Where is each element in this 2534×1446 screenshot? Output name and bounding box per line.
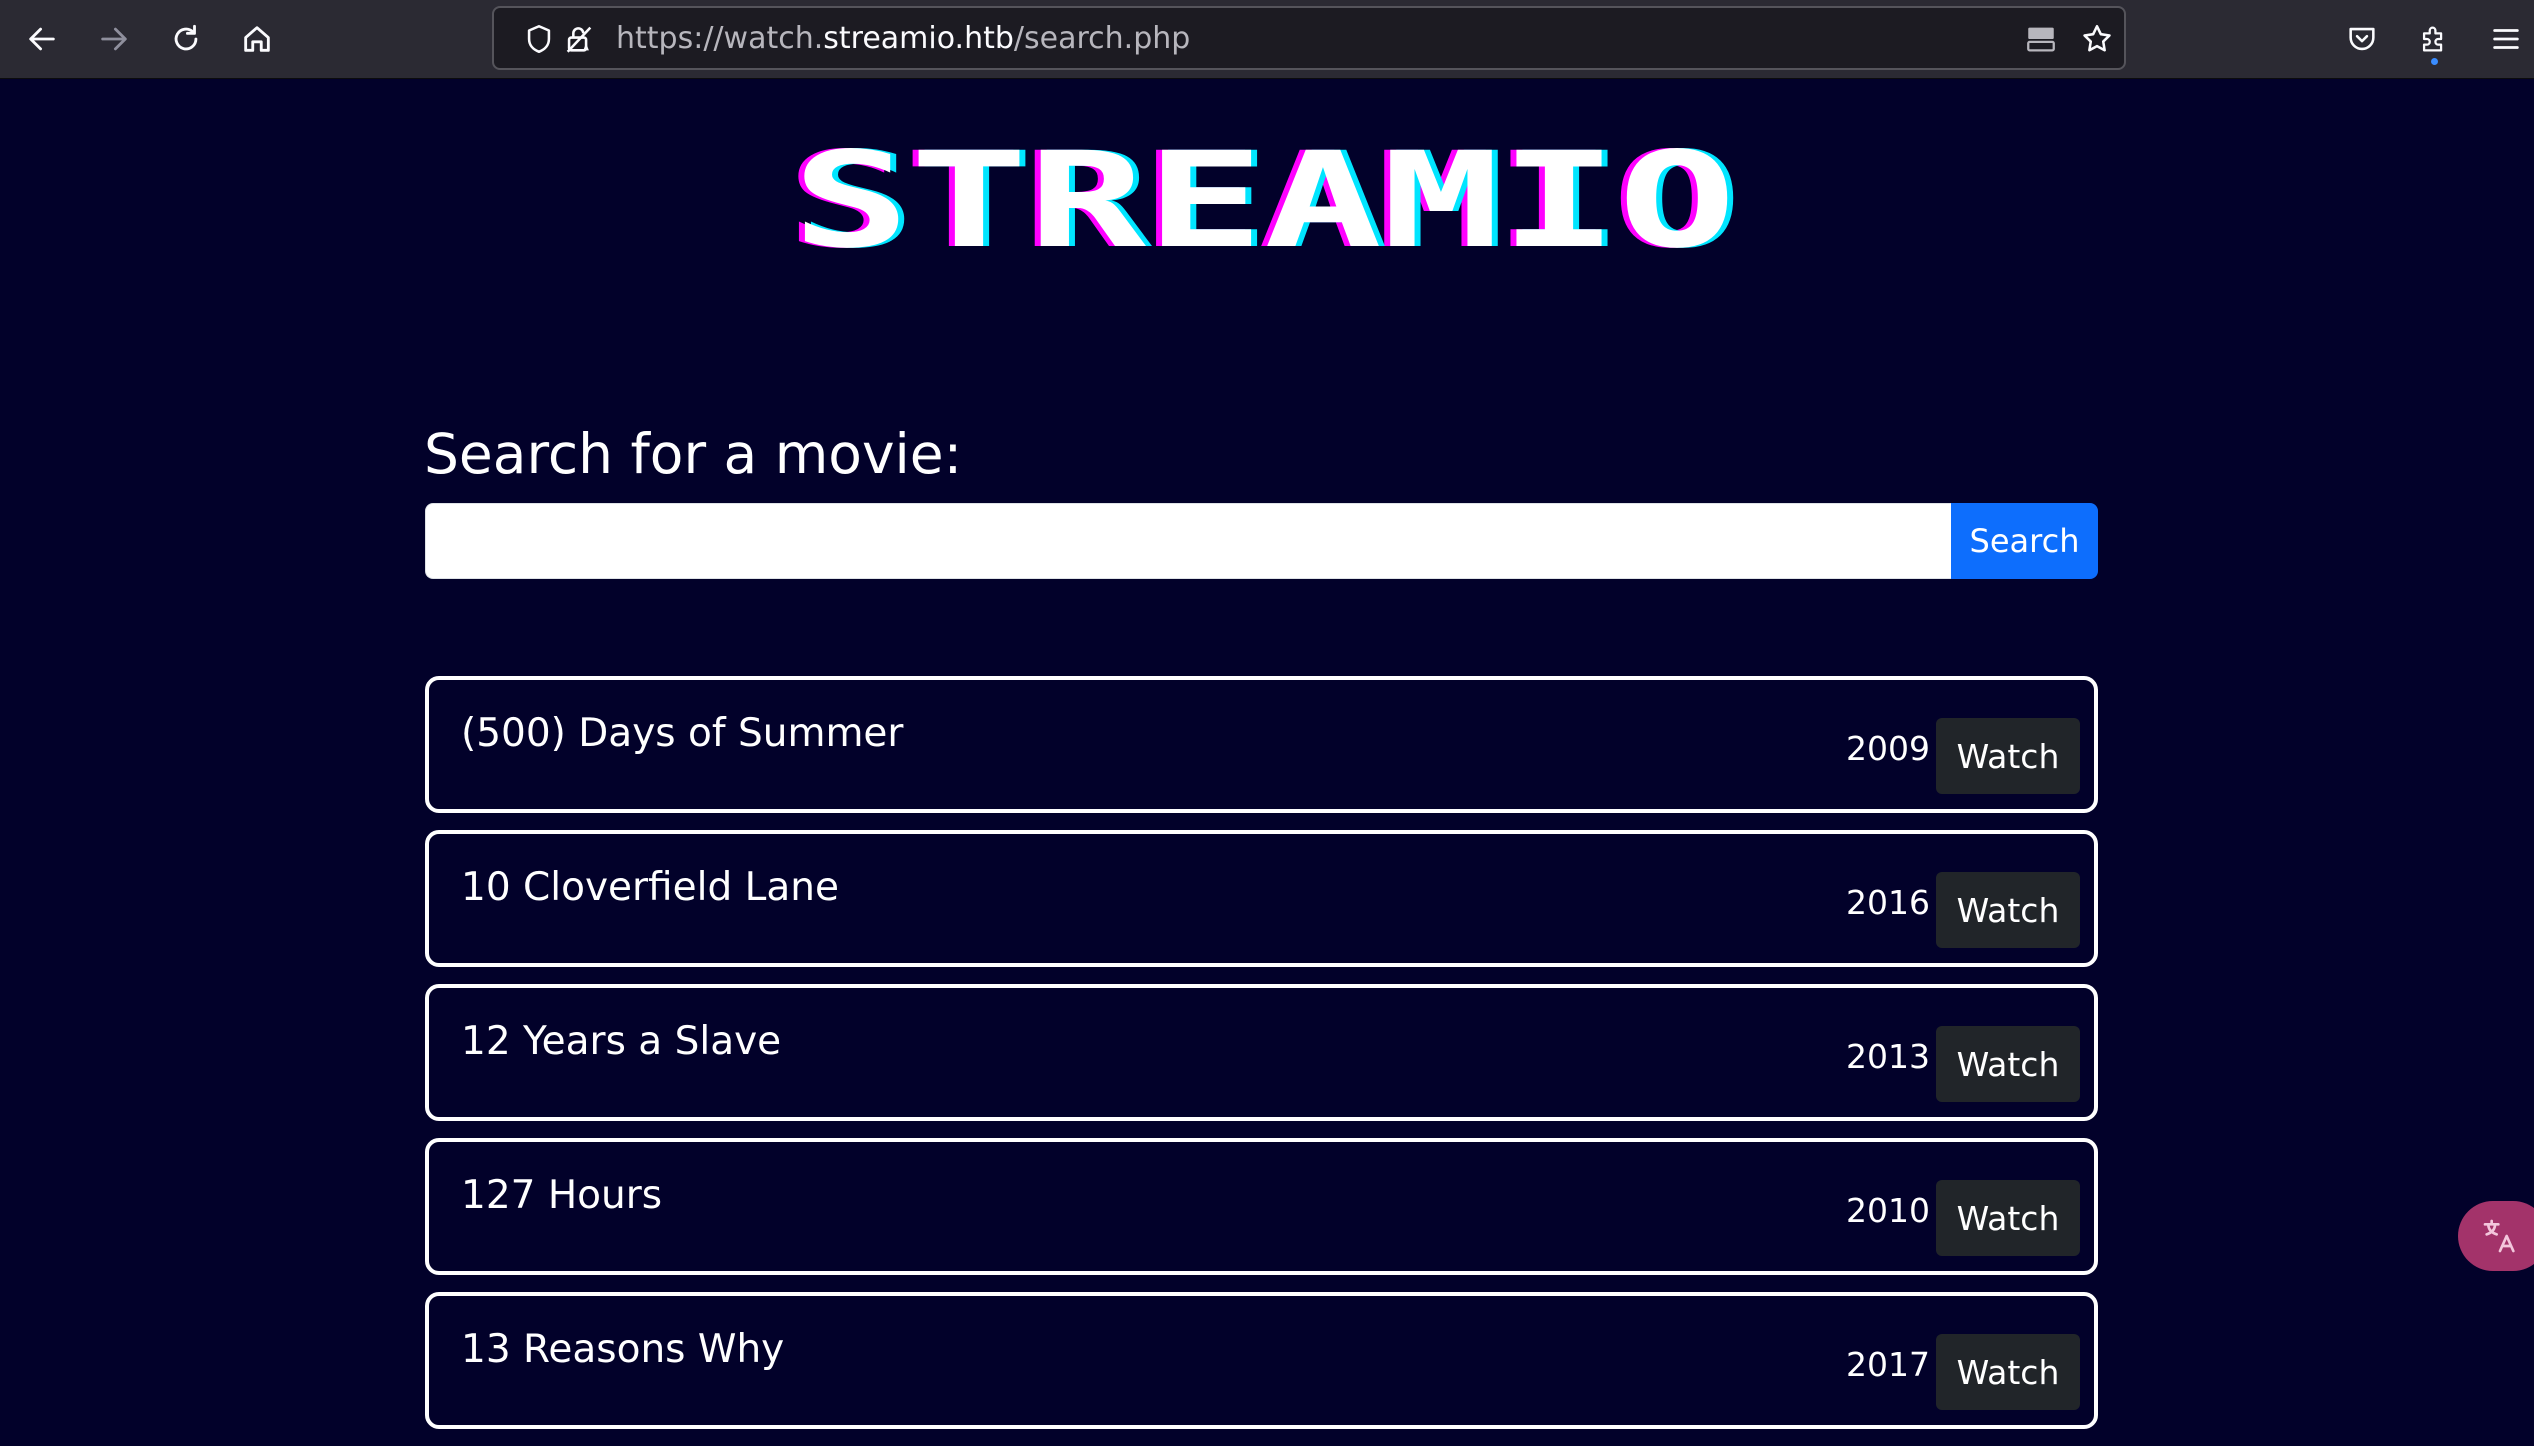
search-input[interactable] xyxy=(425,503,1951,579)
home-button[interactable] xyxy=(231,13,283,65)
pocket-button[interactable] xyxy=(2336,13,2388,65)
search-button[interactable]: Search xyxy=(1951,503,2098,579)
hamburger-menu-icon xyxy=(2493,29,2519,49)
reload-button[interactable] xyxy=(160,13,212,65)
movie-card: 10 Cloverfield Lane 2016 Watch xyxy=(425,830,2098,967)
movie-title: (500) Days of Summer xyxy=(461,711,904,756)
translate-icon xyxy=(2483,1219,2515,1253)
search-heading: Search for a movie: xyxy=(424,422,963,486)
movie-year: 2016 xyxy=(1846,883,1930,922)
movie-title: 127 Hours xyxy=(461,1173,663,1218)
movie-list: (500) Days of Summer 2009 Watch 10 Clove… xyxy=(425,676,2098,1446)
movie-title: 12 Years a Slave xyxy=(461,1019,782,1064)
url-prefix: https://watch. xyxy=(616,21,824,56)
bookmark-star-icon[interactable] xyxy=(2080,22,2114,56)
logo-text: STREAMIO xyxy=(792,124,1736,278)
movie-card: 12 Years a Slave 2013 Watch xyxy=(425,984,2098,1121)
arrow-right-icon xyxy=(101,27,127,51)
watch-button[interactable]: Watch xyxy=(1936,718,2080,794)
watch-button[interactable]: Watch xyxy=(1936,1026,2080,1102)
insecure-lock-icon[interactable] xyxy=(562,22,596,56)
movie-title: 10 Cloverfield Lane xyxy=(461,865,839,910)
movie-year: 2017 xyxy=(1846,1345,1930,1384)
url-text[interactable]: https://watch.streamio.htb/search.php xyxy=(616,22,1190,56)
pocket-icon xyxy=(2349,27,2375,51)
movie-year: 2013 xyxy=(1846,1037,1930,1076)
reader-view-icon[interactable] xyxy=(2024,22,2058,56)
reload-icon xyxy=(174,24,198,51)
page-content: STREAMIO STREAMIO STREAMIO Search for a … xyxy=(0,79,2534,1434)
movie-card: 127 Hours 2010 Watch xyxy=(425,1138,2098,1275)
watch-button[interactable]: Watch xyxy=(1936,1180,2080,1256)
streamio-logo: STREAMIO STREAMIO STREAMIO xyxy=(784,124,1744,278)
movie-card: (500) Days of Summer 2009 Watch xyxy=(425,676,2098,813)
address-bar[interactable]: https://watch.streamio.htb/search.php xyxy=(492,6,2126,70)
url-domain: streamio.htb xyxy=(823,21,1014,56)
movie-card: 13 Reasons Why 2017 Watch xyxy=(425,1292,2098,1429)
movie-year: 2010 xyxy=(1846,1191,1930,1230)
translate-button[interactable] xyxy=(2458,1201,2534,1271)
movie-year: 2009 xyxy=(1846,729,1930,768)
menu-button[interactable] xyxy=(2480,13,2532,65)
watch-button[interactable]: Watch xyxy=(1936,872,2080,948)
arrow-left-icon xyxy=(29,27,55,51)
shield-icon[interactable] xyxy=(522,22,556,56)
puzzle-icon xyxy=(2422,26,2443,52)
back-button[interactable] xyxy=(16,13,68,65)
movie-title: 13 Reasons Why xyxy=(461,1327,785,1372)
watch-button[interactable]: Watch xyxy=(1936,1334,2080,1410)
browser-toolbar: https://watch.streamio.htb/search.php xyxy=(0,0,2534,79)
extension-badge xyxy=(2431,58,2438,65)
forward-button[interactable] xyxy=(88,13,140,65)
home-icon xyxy=(244,26,270,52)
url-path: /search.php xyxy=(1013,21,1191,56)
